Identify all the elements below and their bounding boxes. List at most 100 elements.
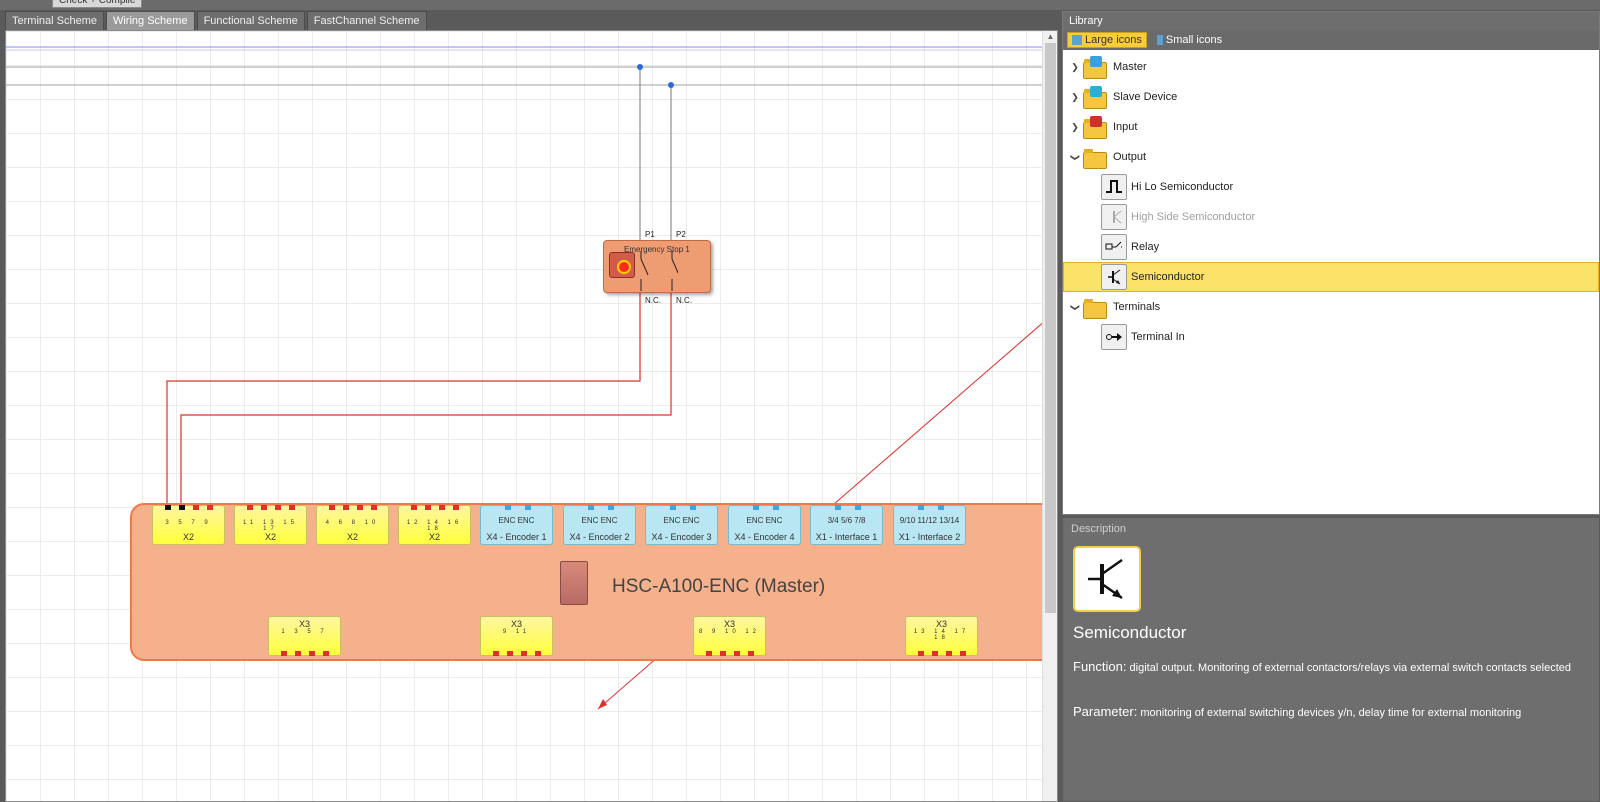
pin-square[interactable]: [670, 505, 676, 510]
pin-square[interactable]: [505, 505, 511, 510]
pin-square[interactable]: [207, 505, 213, 510]
tree-item-hi-lo-semiconductor[interactable]: Hi Lo Semiconductor: [1063, 172, 1599, 202]
tab-terminal-scheme[interactable]: Terminal Scheme: [5, 11, 104, 30]
pin-square[interactable]: [507, 651, 513, 656]
pin-square[interactable]: [525, 505, 531, 510]
canvas-vertical-scrollbar[interactable]: ▲: [1042, 31, 1057, 801]
pin-square[interactable]: [425, 505, 431, 510]
pin-square[interactable]: [493, 651, 499, 656]
chevron-right-icon[interactable]: ❯: [1067, 122, 1083, 133]
pin-square[interactable]: [608, 505, 614, 510]
library-title: Library: [1063, 12, 1599, 30]
tree-item-relay[interactable]: Relay: [1063, 232, 1599, 262]
node-p2[interactable]: [668, 82, 674, 88]
tree-item-slave-device[interactable]: ❯ Slave Device: [1063, 82, 1599, 112]
tree-item-master[interactable]: ❯ Master: [1063, 52, 1599, 82]
connector-interface-1[interactable]: 3/4 5/6 7/8 X1 - Interface 1: [810, 505, 883, 545]
pin-square[interactable]: [281, 651, 287, 656]
emergency-stop-block[interactable]: Emergency Stop 1 P1 P2 N.C. N.C.: [603, 230, 711, 305]
pin-square[interactable]: [309, 651, 315, 656]
connector-encoder-2[interactable]: ENC ENC X4 - Encoder 2: [563, 505, 636, 545]
pin-square[interactable]: [179, 505, 185, 510]
connector-x2-3[interactable]: 4 6 8 10 X2: [316, 505, 389, 545]
pin-square[interactable]: [588, 505, 594, 510]
connector-x3-2[interactable]: X3 9 11: [480, 616, 553, 656]
pin-square[interactable]: [855, 505, 861, 510]
connector-x2-1[interactable]: 3 5 7 9 X2: [152, 505, 225, 545]
pin-square[interactable]: [918, 651, 924, 656]
pin-square[interactable]: [247, 505, 253, 510]
connector-x2-4[interactable]: 12 14 16 18 X2: [398, 505, 471, 545]
chevron-right-icon[interactable]: ❯: [1067, 92, 1083, 103]
wire-nc1[interactable]: [166, 291, 641, 505]
pin-square[interactable]: [275, 505, 281, 510]
connector-encoder-1[interactable]: ENC ENC X4 - Encoder 1: [480, 505, 553, 545]
drag-arrowhead: [598, 699, 607, 709]
pin-square[interactable]: [329, 505, 335, 510]
pin-square[interactable]: [357, 505, 363, 510]
pin-square[interactable]: [706, 651, 712, 656]
wiring-canvas[interactable]: Emergency Stop 1 P1 P2 N.C. N.C. HSC-A10…: [5, 30, 1058, 802]
description-panel: Description Semiconductor Function: digi…: [1062, 517, 1600, 802]
connector-x3-4[interactable]: X3 13 14 17 18: [905, 616, 978, 656]
small-icons-button[interactable]: Small icons: [1153, 32, 1226, 48]
pin-square[interactable]: [193, 505, 199, 510]
wire-nc2[interactable]: [180, 291, 672, 505]
chevron-down-icon[interactable]: ❯: [1070, 299, 1081, 315]
pin-square[interactable]: [734, 651, 740, 656]
connector-interface-2[interactable]: 9/10 11/12 13/14 X1 - Interface 2: [893, 505, 966, 545]
tab-functional-scheme[interactable]: Functional Scheme: [196, 11, 305, 30]
check-compile-button[interactable]: Check + Compile: [52, 0, 143, 8]
pin-square[interactable]: [343, 505, 349, 510]
pin-label-nc2: N.C.: [676, 296, 692, 305]
pin-square[interactable]: [535, 651, 541, 656]
pin-square[interactable]: [295, 651, 301, 656]
node-p1[interactable]: [637, 64, 643, 70]
pin-square[interactable]: [946, 651, 952, 656]
input-icon: [1083, 116, 1107, 139]
pin-square[interactable]: [690, 505, 696, 510]
pin-square[interactable]: [932, 651, 938, 656]
tree-item-input[interactable]: ❯ Input: [1063, 112, 1599, 142]
connector-x3-3[interactable]: X3 8 9 10 12: [693, 616, 766, 656]
master-device-icon: [560, 561, 588, 605]
scroll-up-icon[interactable]: ▲: [1043, 31, 1057, 43]
pin-square[interactable]: [165, 505, 171, 510]
tree-item-semiconductor[interactable]: Semiconductor: [1063, 262, 1599, 292]
description-name: Semiconductor: [1073, 623, 1187, 642]
tree-item-terminals[interactable]: ❯ Terminals: [1063, 292, 1599, 322]
pin-square[interactable]: [453, 505, 459, 510]
nc-contacts-icon: [640, 251, 678, 291]
pin-square[interactable]: [261, 505, 267, 510]
pin-square[interactable]: [918, 505, 924, 510]
pin-square[interactable]: [323, 651, 329, 656]
pin-square[interactable]: [411, 505, 417, 510]
pin-square[interactable]: [521, 651, 527, 656]
chevron-down-icon[interactable]: ❯: [1070, 149, 1081, 165]
connector-encoder-3[interactable]: ENC ENC X4 - Encoder 3: [645, 505, 718, 545]
connector-x2-2[interactable]: 11 13 15 17 X2: [234, 505, 307, 545]
scrollbar-thumb[interactable]: [1045, 43, 1056, 613]
scheme-tabs: Terminal Scheme Wiring Scheme Functional…: [5, 11, 427, 30]
pin-square[interactable]: [753, 505, 759, 510]
pin-square[interactable]: [748, 651, 754, 656]
pin-square[interactable]: [835, 505, 841, 510]
tab-fastchannel-scheme[interactable]: FastChannel Scheme: [306, 11, 427, 30]
pin-square[interactable]: [938, 505, 944, 510]
tree-item-terminal-in[interactable]: Terminal In: [1063, 322, 1599, 352]
connector-x3-1[interactable]: X3 1 3 5 7: [268, 616, 341, 656]
pin-square[interactable]: [773, 505, 779, 510]
tab-wiring-scheme[interactable]: Wiring Scheme: [105, 11, 195, 30]
pin-square[interactable]: [371, 505, 377, 510]
chevron-right-icon[interactable]: ❯: [1067, 62, 1083, 73]
tree-item-output[interactable]: ❯ Output: [1063, 142, 1599, 172]
tree-item-high-side-semiconductor[interactable]: High Side Semiconductor: [1063, 202, 1599, 232]
pin-square[interactable]: [960, 651, 966, 656]
connector-encoder-4[interactable]: ENC ENC X4 - Encoder 4: [728, 505, 801, 545]
pin-square[interactable]: [289, 505, 295, 510]
pin-square[interactable]: [439, 505, 445, 510]
relay-icon: [1101, 234, 1127, 260]
large-icons-button[interactable]: Large icons: [1067, 32, 1147, 48]
master-module[interactable]: HSC-A100-ENC (Master) 3 5 7 9 X2 11 13 15…: [130, 503, 1057, 661]
pin-square[interactable]: [720, 651, 726, 656]
